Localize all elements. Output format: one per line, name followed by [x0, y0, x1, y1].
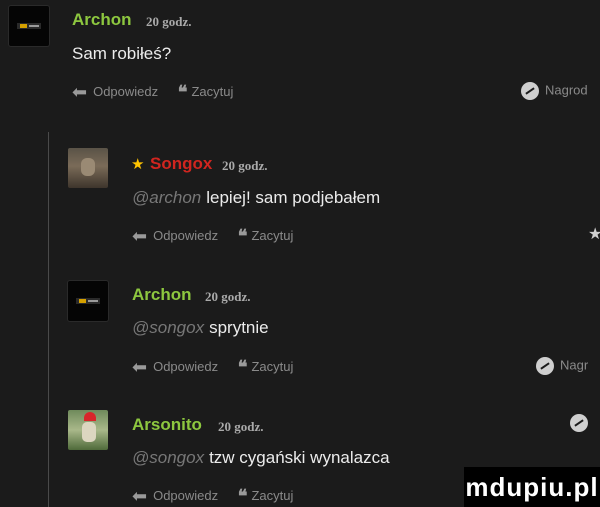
comment-body: lepiej! sam podjebałem: [206, 188, 381, 207]
thread-line: [48, 132, 49, 507]
quote-button[interactable]: ❝ Zacytuj: [222, 486, 294, 507]
reply-button[interactable]: ⬅ Odpowiedz: [132, 486, 218, 507]
avatar-figure-icon: [82, 422, 96, 442]
report-icon: [570, 414, 588, 432]
comment-actions: ⬅ Odpowiedz ❝ Zacytuj: [132, 226, 293, 247]
mention-link[interactable]: @songox: [132, 318, 204, 337]
watermark: mdupiu.pl: [464, 467, 600, 507]
report-icon: [521, 82, 539, 100]
quote-icon: ❝: [177, 82, 188, 102]
quote-icon: ❝: [237, 486, 248, 506]
comment-text: Sam robiłeś?: [72, 44, 171, 64]
avatar[interactable]: [68, 148, 108, 188]
avatar-logo-icon: [76, 298, 100, 304]
comment-text: @songox tzw cygański wynalazca: [132, 448, 390, 468]
comment-text: @songox sprytnie: [132, 318, 269, 338]
santa-hat-icon: [84, 412, 96, 421]
author-name[interactable]: Archon: [132, 285, 192, 305]
comment-actions: ⬅ Odpowiedz ❝ Zacytuj: [132, 357, 293, 378]
star-icon: ★: [588, 226, 600, 243]
reply-arrow-icon: ⬅: [132, 486, 148, 506]
comment-actions: ⬅ Odpowiedz ❝ Zacytuj: [132, 486, 293, 507]
quote-button[interactable]: ❝ Zacytuj: [162, 82, 234, 103]
reply-button[interactable]: ⬅ Odpowiedz: [72, 82, 158, 103]
author-name[interactable]: Songox: [150, 154, 212, 174]
author-name[interactable]: Arsonito: [132, 415, 202, 435]
reply-arrow-icon: ⬅: [72, 82, 88, 102]
reply-arrow-icon: ⬅: [132, 226, 148, 246]
quote-button[interactable]: ❝ Zacytuj: [222, 226, 294, 247]
mention-link[interactable]: @songox: [132, 448, 204, 467]
avatar-face-icon: [81, 158, 95, 176]
avatar[interactable]: [9, 6, 49, 46]
reward-button[interactable]: Nagr: [536, 357, 588, 375]
reply-button[interactable]: ⬅ Odpowiedz: [132, 357, 218, 378]
avatar-logo-icon: [17, 23, 41, 29]
comment-body: sprytnie: [209, 318, 269, 337]
vote-star-button[interactable]: ★: [588, 224, 600, 244]
reward-button[interactable]: Nagrod: [521, 82, 588, 100]
mention-link[interactable]: @archon: [132, 188, 201, 207]
quote-icon: ❝: [237, 357, 248, 377]
comment-body: tzw cygański wynalazca: [209, 448, 390, 467]
comment-actions: ⬅ Odpowiedz ❝ Zacytuj: [72, 82, 233, 103]
report-icon: [536, 357, 554, 375]
avatar[interactable]: [68, 281, 108, 321]
comment-time: 20 godz.: [205, 289, 251, 304]
quote-button[interactable]: ❝ Zacytuj: [222, 357, 294, 378]
star-icon: ★: [131, 156, 145, 173]
comment-body: Sam robiłeś?: [72, 44, 172, 63]
report-button[interactable]: [570, 414, 594, 432]
avatar[interactable]: [68, 410, 108, 450]
author-name[interactable]: Archon: [72, 10, 132, 30]
reply-arrow-icon: ⬅: [132, 357, 148, 377]
comment-time: 20 godz.: [218, 419, 264, 434]
comment-text: @archon lepiej! sam podjebałem: [132, 188, 380, 208]
comment-time: 20 godz.: [222, 158, 268, 173]
quote-icon: ❝: [237, 226, 248, 246]
reply-button[interactable]: ⬅ Odpowiedz: [132, 226, 218, 247]
comment-time: 20 godz.: [146, 14, 192, 29]
